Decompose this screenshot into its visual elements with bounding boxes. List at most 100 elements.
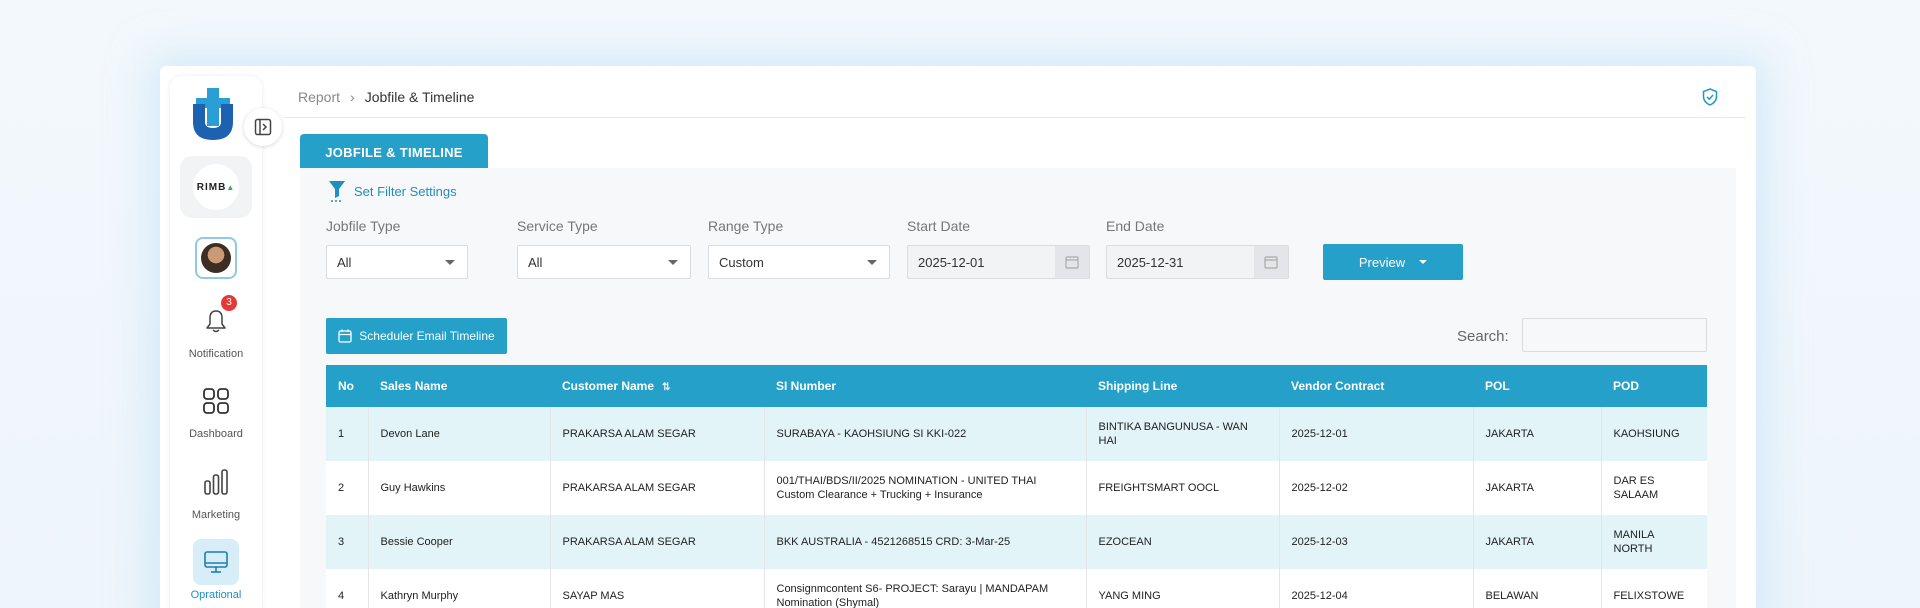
cell-pod: MANILA NORTH	[1601, 515, 1707, 569]
sidebar-item-label: Notification	[188, 348, 244, 360]
sidebar-item-marketing[interactable]: Marketing	[170, 459, 262, 521]
breadcrumb-parent[interactable]: Report	[298, 89, 340, 105]
start-date-value: 2025-12-01	[918, 254, 985, 270]
sidebar-panel-icon	[254, 118, 272, 136]
service-type-label: Service Type	[517, 218, 598, 234]
end-date-input[interactable]: 2025-12-31	[1106, 245, 1289, 279]
table-row[interactable]: 1 Devon Lane PRAKARSA ALAM SEGAR SURABAY…	[326, 407, 1707, 461]
scheduler-label: Scheduler Email Timeline	[359, 329, 495, 343]
cell-vendor-contract: 2025-12-01	[1279, 407, 1474, 461]
cell-si-number: BKK AUSTRALIA - 4521268515 CRD: 3-Mar-25	[764, 515, 1087, 569]
column-header-pod[interactable]: POD	[1601, 365, 1707, 407]
app-frame: RIMB ▲ 3 Notification Dashboard Marketin…	[160, 66, 1756, 608]
cell-pol: JAKARTA	[1473, 461, 1602, 515]
preview-button[interactable]: Preview	[1323, 244, 1463, 280]
cell-customer-name: SAYAP MAS	[550, 569, 765, 608]
set-filter-settings-link[interactable]: Set Filter Settings	[328, 180, 457, 202]
grid-icon	[193, 378, 239, 424]
chevron-down-icon	[668, 260, 678, 265]
sidebar-item-dashboard[interactable]: Dashboard	[170, 378, 262, 440]
sidebar-item-label: Marketing	[191, 509, 241, 521]
company-logo: RIMB ▲	[193, 164, 239, 210]
column-header-vendor-contract[interactable]: Vendor Contract	[1279, 365, 1473, 407]
start-date-label: Start Date	[907, 218, 971, 234]
jobfile-table: No Sales Name Customer Name ⇅ SI Number S…	[326, 365, 1707, 608]
column-header-sales-name[interactable]: Sales Name	[368, 365, 550, 407]
cell-si-number: SURABAYA - KAOHSIUNG SI KKI-022	[764, 407, 1087, 461]
search-label: Search:	[1457, 328, 1509, 345]
filter-link-label: Set Filter Settings	[354, 183, 457, 199]
company-switcher[interactable]: RIMB ▲	[180, 156, 252, 218]
cell-vendor-contract: 2025-12-03	[1279, 515, 1474, 569]
column-header-shipping-line[interactable]: Shipping Line	[1086, 365, 1279, 407]
cell-si-number: 001/THAI/BDS/II/2025 NOMINATION - UNITED…	[764, 461, 1087, 515]
cell-sales-name: Kathryn Murphy	[368, 569, 551, 608]
sidebar-item-oprational[interactable]: Oprational	[170, 539, 262, 601]
cell-pod: FELIXSTOWE	[1601, 569, 1707, 608]
cell-pol: BELAWAN	[1473, 569, 1602, 608]
table-row[interactable]: 3 Bessie Cooper PRAKARSA ALAM SEGAR BKK …	[326, 515, 1707, 569]
monitor-icon	[193, 539, 239, 585]
sidebar-toggle-button[interactable]	[244, 108, 282, 146]
cell-sales-name: Devon Lane	[368, 407, 551, 461]
cell-customer-name: PRAKARSA ALAM SEGAR	[550, 515, 765, 569]
calendar-icon[interactable]	[1254, 246, 1288, 278]
chevron-down-icon	[445, 260, 455, 265]
column-header-label: Customer Name	[562, 379, 655, 393]
chevron-down-icon	[1419, 260, 1428, 264]
cell-sales-name: Guy Hawkins	[368, 461, 551, 515]
table-header-row: No Sales Name Customer Name ⇅ SI Number S…	[326, 365, 1707, 407]
app-logo	[193, 88, 233, 140]
preview-label: Preview	[1358, 254, 1406, 270]
cell-pod: KAOHSIUNG	[1601, 407, 1707, 461]
cell-no: 3	[326, 515, 369, 569]
column-header-no[interactable]: No	[326, 365, 368, 407]
cell-shipping-line: BINTIKA BANGUNUSA - WAN HAI	[1086, 407, 1280, 461]
jobfile-type-select[interactable]: All	[326, 245, 468, 279]
cell-shipping-line: FREIGHTSMART OOCL	[1086, 461, 1280, 515]
table-row[interactable]: 4 Kathryn Murphy SAYAP MAS Consignmconte…	[326, 569, 1707, 608]
scheduler-email-timeline-button[interactable]: Scheduler Email Timeline	[326, 318, 507, 354]
bell-icon: 3	[193, 295, 239, 344]
range-type-select[interactable]: Custom	[708, 245, 890, 279]
filter-panel: Set Filter Settings Jobfile Type All Ser…	[300, 168, 1736, 608]
service-type-value: All	[528, 254, 543, 270]
jobfile-type-label: Jobfile Type	[326, 218, 401, 234]
bar-chart-icon	[193, 459, 239, 505]
range-type-label: Range Type	[708, 218, 784, 234]
start-date-input[interactable]: 2025-12-01	[907, 245, 1090, 279]
service-type-select[interactable]: All	[517, 245, 691, 279]
cell-pod: DAR ES SALAAM	[1601, 461, 1707, 515]
sort-icon[interactable]: ⇅	[662, 382, 670, 393]
tab-jobfile-timeline[interactable]: JOBFILE & TIMELINE	[300, 134, 488, 170]
cell-customer-name: PRAKARSA ALAM SEGAR	[550, 461, 765, 515]
shield-check-icon[interactable]	[1702, 88, 1718, 106]
chevron-down-icon	[867, 260, 877, 265]
sidebar-item-label: Dashboard	[189, 428, 243, 440]
cell-pol: JAKARTA	[1473, 407, 1602, 461]
column-header-pol[interactable]: POL	[1473, 365, 1601, 407]
column-header-customer-name[interactable]: Customer Name ⇅	[550, 365, 764, 407]
main-content: Report › Jobfile & Timeline JOBFILE & TI…	[284, 76, 1746, 608]
end-date-label: End Date	[1106, 218, 1165, 234]
jobfile-type-value: All	[337, 254, 352, 270]
cell-no: 2	[326, 461, 369, 515]
cell-vendor-contract: 2025-12-02	[1279, 461, 1474, 515]
cell-si-number: Consignmcontent S6- PROJECT: Sarayu | MA…	[764, 569, 1087, 608]
cell-vendor-contract: 2025-12-04	[1279, 569, 1474, 608]
sidebar-item-notification[interactable]: 3 Notification	[170, 295, 262, 360]
table-row[interactable]: 2 Guy Hawkins PRAKARSA ALAM SEGAR 001/TH…	[326, 461, 1707, 515]
avatar-image	[201, 243, 231, 273]
top-bar: Report › Jobfile & Timeline	[284, 76, 1746, 118]
search-input[interactable]	[1522, 318, 1707, 352]
notification-badge: 3	[221, 295, 237, 311]
avatar[interactable]	[195, 237, 237, 279]
breadcrumb-separator: ›	[350, 88, 355, 105]
column-header-si-number[interactable]: SI Number	[764, 365, 1086, 407]
filter-icon	[329, 181, 345, 202]
end-date-value: 2025-12-31	[1117, 254, 1184, 270]
calendar-icon[interactable]	[1055, 246, 1089, 278]
cell-no: 4	[326, 569, 369, 608]
calendar-icon	[338, 329, 352, 343]
sidebar: RIMB ▲ 3 Notification Dashboard Marketin…	[170, 76, 282, 608]
